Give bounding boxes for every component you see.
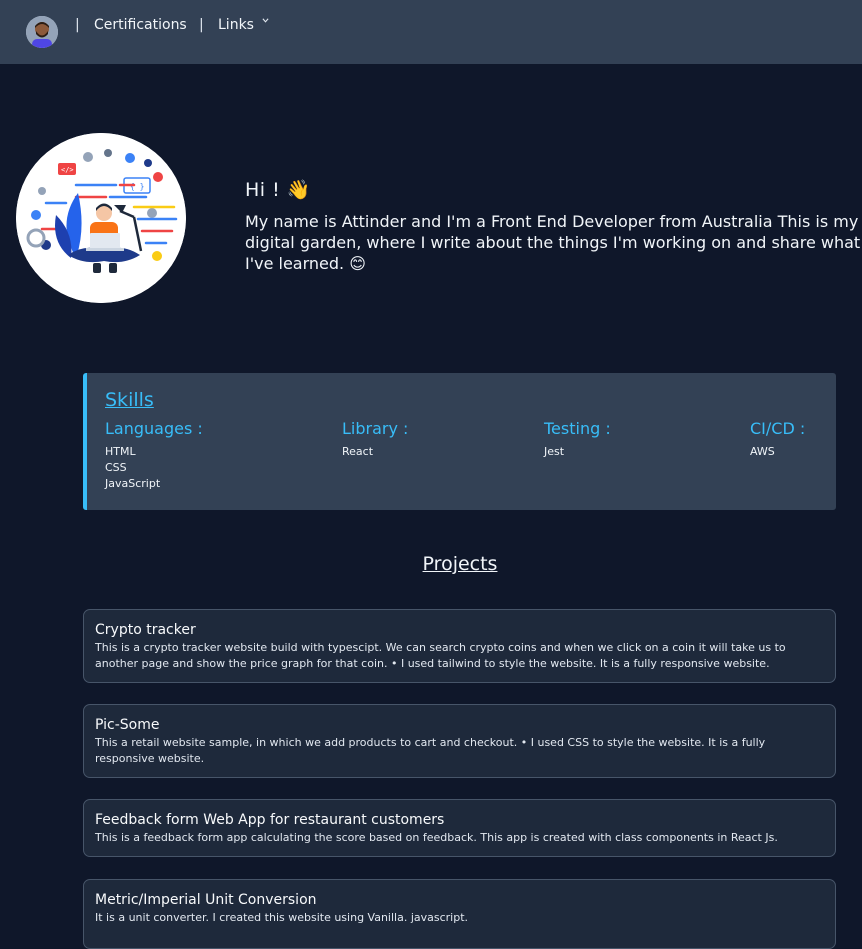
skills-title: Skills [105,389,154,411]
skill-column-testing: Testing : Jest [544,419,611,460]
skill-item: AWS [750,445,775,458]
project-title: Metric/Imperial Unit Conversion [95,892,317,908]
chevron-down-icon[interactable] [262,14,269,27]
skill-column-cicd: CI/CD : AWS [750,419,805,460]
project-title: Feedback form Web App for restaurant cus… [95,812,445,828]
projects-title: Projects [422,553,498,575]
project-title: Crypto tracker [95,622,196,638]
svg-text:</>: </> [61,166,74,174]
nav-separator: | [199,17,204,33]
project-card-crypto-tracker[interactable]: Crypto tracker This is a crypto tracker … [83,609,836,683]
intro-text: My name is Attinder and I'm a Front End … [245,212,861,273]
avatar[interactable] [26,16,58,48]
nav-separator: | [75,17,80,33]
skills-panel: Skills Languages : HTML CSS JavaScript L… [83,373,836,510]
project-description: This a retail website sample, in which w… [95,736,766,765]
skill-heading: CI/CD : [750,419,806,438]
svg-text:{ }: { } [130,182,144,191]
project-card-feedback-form[interactable]: Feedback form Web App for restaurant cus… [83,799,836,857]
nav-link-links[interactable]: Links [218,17,254,33]
skill-item: Jest [544,445,565,458]
skill-item: React [342,445,374,458]
skill-item: JavaScript [105,477,161,490]
project-card-unit-conversion[interactable]: Metric/Imperial Unit Conversion It is a … [83,879,836,949]
project-description: This is a feedback form app calculating … [95,831,778,844]
skill-item: CSS [105,461,127,474]
developer-illustration: </> { } [16,133,186,303]
nav-link-certifications[interactable]: Certifications [94,17,187,33]
skill-heading: Languages : [105,419,203,438]
project-title: Pic-Some [95,717,160,733]
skill-heading: Testing : [544,419,611,438]
project-card-pic-some[interactable]: Pic-Some This a retail website sample, i… [83,704,836,778]
skill-column-library: Library : React [342,419,408,460]
skill-item: HTML [105,445,136,458]
greeting: Hi ! 👋 [245,179,311,201]
skill-column-languages: Languages : HTML CSS JavaScript [105,419,203,492]
project-description: This is a crypto tracker website build w… [95,641,786,670]
project-description: It is a unit converter. I created this w… [95,911,469,924]
intro-section: Hi ! 👋 My name is Attinder and I'm a Fro… [245,178,862,274]
skill-heading: Library : [342,419,409,438]
navbar: | Certifications | Links [0,0,862,64]
